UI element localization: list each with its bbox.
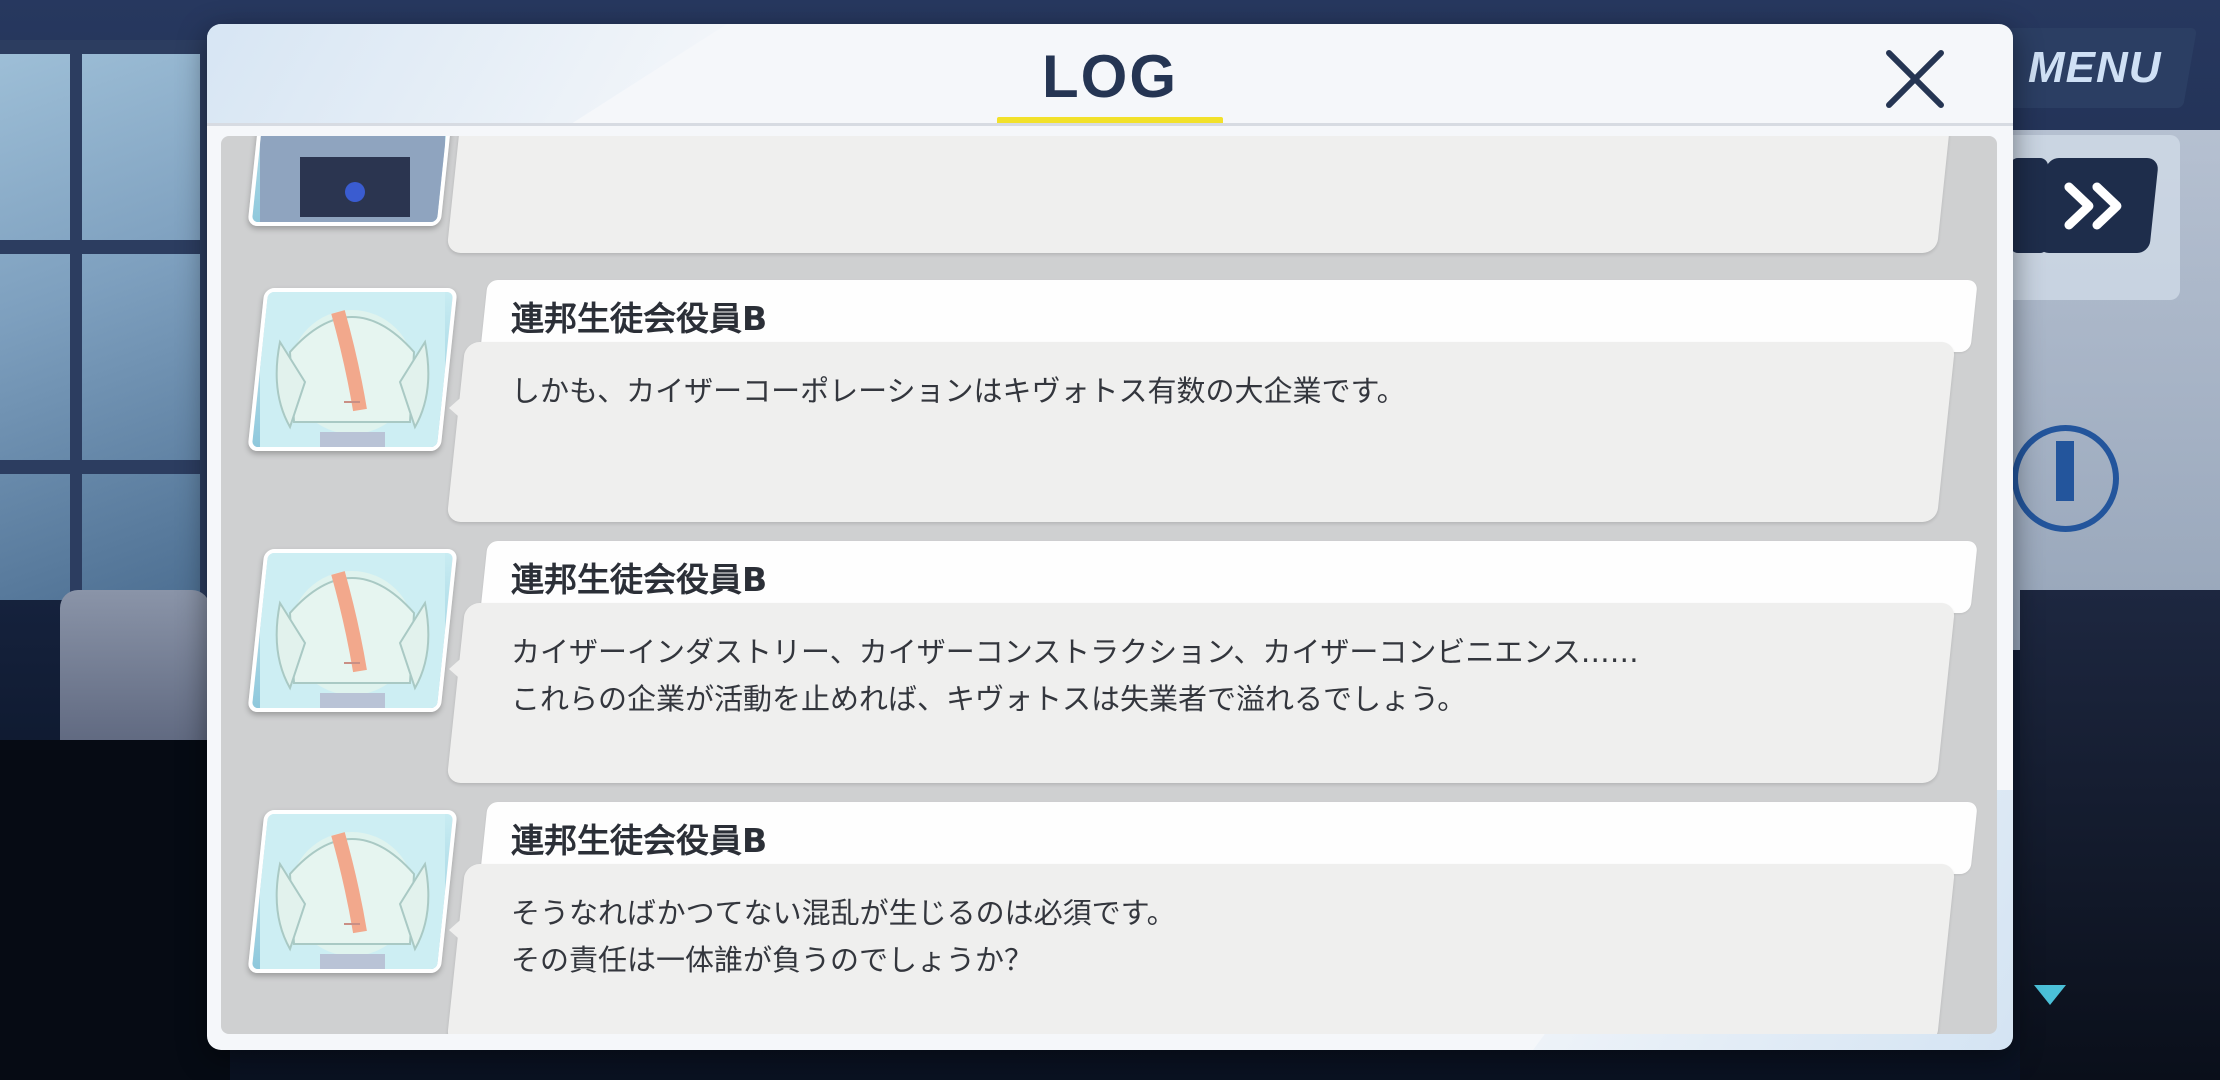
background-emblem bbox=[2012, 425, 2119, 532]
skip-button[interactable] bbox=[2037, 158, 2159, 253]
background-chairs bbox=[2020, 590, 2220, 1080]
message-text: カイザーインダストリー、カイザーコンストラクション、カイザーコンビニエンス…… … bbox=[511, 635, 1639, 716]
speaker-name: 連邦生徒会役員B bbox=[511, 560, 768, 599]
log-entry: 連邦生徒会役員B しかも、カイザーコーポレーションはキヴォトス有数の大企業です。 bbox=[221, 280, 1997, 525]
log-dialog: LOG 連邦生徒会役員B しかも、カイザーコーポレーションはキヴォトス有数の大企… bbox=[207, 24, 2013, 1050]
log-list[interactable]: 連邦生徒会役員B しかも、カイザーコーポレーションはキヴォトス有数の大企業です。 bbox=[221, 136, 1997, 1034]
triangle-down-icon bbox=[2034, 985, 2066, 1005]
close-button[interactable] bbox=[1875, 39, 1955, 119]
message-bubble bbox=[446, 136, 1956, 253]
menu-button[interactable]: MENU bbox=[1992, 28, 2198, 108]
dialog-header: LOG bbox=[207, 24, 2013, 125]
bubble-tail bbox=[449, 392, 467, 424]
speaker-name: 連邦生徒会役員B bbox=[511, 299, 768, 338]
background-window bbox=[0, 40, 218, 600]
close-icon bbox=[1886, 50, 1944, 108]
background-desk bbox=[0, 740, 230, 1080]
avatar bbox=[247, 288, 458, 451]
bubble-tail bbox=[449, 653, 467, 685]
log-entry bbox=[221, 136, 1997, 261]
speaker-name: 連邦生徒会役員B bbox=[511, 821, 768, 860]
header-divider bbox=[207, 123, 2013, 126]
message-text: しかも、カイザーコーポレーションはキヴォトス有数の大企業です。 bbox=[511, 374, 1406, 408]
bubble-tail bbox=[449, 914, 467, 946]
log-entry: 連邦生徒会役員B カイザーインダストリー、カイザーコンストラクション、カイザーコ… bbox=[221, 541, 1997, 786]
avatar bbox=[247, 810, 458, 973]
fast-forward-icon bbox=[2064, 182, 2122, 229]
log-entry: 連邦生徒会役員B そうなればかつてない混乱が生じるのは必須です。 その責任は一体… bbox=[221, 802, 1997, 1034]
dialog-title: LOG bbox=[997, 42, 1223, 125]
avatar bbox=[247, 549, 458, 712]
message-text: そうなればかつてない混乱が生じるのは必須です。 その責任は一体誰が負うのでしょう… bbox=[511, 896, 1176, 977]
avatar bbox=[247, 136, 458, 226]
